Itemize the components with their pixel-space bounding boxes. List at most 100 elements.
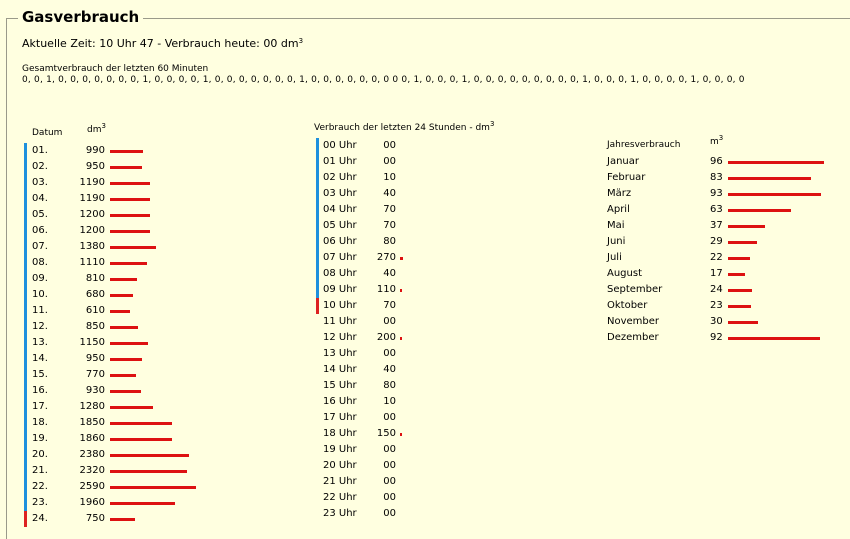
yearly-row-month: August — [607, 268, 642, 279]
day-marker — [24, 335, 27, 351]
last60-label: Gesamtverbrauch der letzten 60 Minuten — [22, 64, 209, 74]
yearly-row-month: Juni — [607, 236, 626, 247]
hourly-row-value: 80 — [383, 236, 396, 247]
current-status-text: Aktuelle Zeit: 10 Uhr 47 - Verbrauch heu… — [22, 37, 299, 50]
yearly-row-month: Januar — [607, 156, 639, 167]
current-day-marker — [24, 511, 27, 527]
day-marker — [24, 415, 27, 431]
daily-row-bar — [110, 390, 141, 393]
daily-row-day: 12. — [32, 321, 48, 332]
daily-row-day: 09. — [32, 273, 48, 284]
yearly-row-bar — [728, 257, 750, 260]
hourly-row-value: 00 — [383, 476, 396, 487]
day-marker — [24, 303, 27, 319]
hourly-row-value: 110 — [376, 284, 396, 295]
daily-row-day: 04. — [32, 193, 48, 204]
yearly-row-month: November — [607, 316, 660, 327]
yearly-row-bar — [728, 337, 820, 340]
daily-row-value: 2320 — [79, 465, 105, 476]
daily-row-value: 1190 — [79, 193, 105, 204]
hourly-row-hour: 00 Uhr — [323, 140, 357, 151]
daily-row-bar — [110, 294, 133, 297]
hourly-row-value: 270 — [376, 252, 396, 263]
daily-row-value: 770 — [85, 369, 105, 380]
hour-marker — [316, 138, 319, 154]
hour-marker — [316, 186, 319, 202]
day-marker — [24, 319, 27, 335]
daily-row-value: 2380 — [79, 449, 105, 460]
day-marker — [24, 255, 27, 271]
daily-row-bar — [110, 182, 150, 185]
current-hour-marker — [316, 298, 319, 314]
daily-row-value: 1850 — [79, 417, 105, 428]
day-marker — [24, 399, 27, 415]
daily-row-day: 07. — [32, 241, 48, 252]
hourly-row-hour: 19 Uhr — [323, 444, 357, 455]
hourly-row-value: 00 — [383, 460, 396, 471]
daily-row-value: 950 — [85, 353, 105, 364]
hourly-row-hour: 07 Uhr — [323, 252, 357, 263]
hourly-row-bar — [400, 257, 403, 260]
day-marker — [24, 367, 27, 383]
day-marker — [24, 191, 27, 207]
hourly-row-value: 40 — [383, 364, 396, 375]
day-marker — [24, 383, 27, 399]
daily-row-day: 13. — [32, 337, 48, 348]
hourly-row-value: 00 — [383, 348, 396, 359]
yearly-row-bar — [728, 193, 821, 196]
daily-row-bar — [110, 230, 150, 233]
yearly-row-value: 24 — [710, 284, 723, 295]
hourly-row-value: 00 — [383, 444, 396, 455]
daily-row-bar — [110, 246, 156, 249]
yearly-row-month: Februar — [607, 172, 646, 183]
daily-row-bar — [110, 150, 143, 153]
hourly-row-bar — [400, 433, 402, 436]
hourly-row-value: 40 — [383, 188, 396, 199]
day-marker — [24, 207, 27, 223]
hourly-title-sup: 3 — [489, 120, 495, 128]
daily-row-day: 23. — [32, 497, 48, 508]
hourly-row-hour: 06 Uhr — [323, 236, 357, 247]
daily-row-bar — [110, 470, 187, 473]
daily-row-value: 680 — [85, 289, 105, 300]
hourly-row-value: 00 — [383, 508, 396, 519]
daily-row-day: 05. — [32, 209, 48, 220]
hourly-row-value: 00 — [383, 412, 396, 423]
hourly-row-value: 200 — [376, 332, 396, 343]
current-status-unit-sup: 3 — [298, 37, 304, 45]
hourly-row-hour: 09 Uhr — [323, 284, 357, 295]
yearly-unit-sup: 3 — [718, 134, 724, 142]
yearly-row-bar — [728, 273, 745, 276]
daily-row-bar — [110, 214, 150, 217]
daily-row-day: 16. — [32, 385, 48, 396]
daily-header-unit: dm3 — [87, 122, 106, 136]
daily-row-day: 22. — [32, 481, 48, 492]
daily-row-day: 15. — [32, 369, 48, 380]
daily-header-unit-sup: 3 — [101, 122, 106, 130]
yearly-row-bar — [728, 289, 752, 292]
daily-row-value: 990 — [85, 145, 105, 156]
hourly-row-value: 40 — [383, 268, 396, 279]
day-marker — [24, 143, 27, 159]
hourly-row-value: 00 — [383, 492, 396, 503]
day-marker — [24, 223, 27, 239]
hourly-row-hour: 18 Uhr — [323, 428, 357, 439]
yearly-row-value: 93 — [710, 188, 723, 199]
hourly-row-value: 10 — [383, 396, 396, 407]
daily-row-bar — [110, 438, 172, 441]
yearly-row-bar — [728, 225, 765, 228]
daily-row-bar — [110, 342, 148, 345]
yearly-row-value: 92 — [710, 332, 723, 343]
panel-title: Gasverbrauch — [18, 8, 144, 26]
day-marker — [24, 479, 27, 495]
hour-marker — [316, 218, 319, 234]
hour-marker — [316, 282, 319, 298]
hourly-row-value: 00 — [383, 140, 396, 151]
daily-row-bar — [110, 486, 196, 489]
hourly-row-hour: 13 Uhr — [323, 348, 357, 359]
daily-row-day: 17. — [32, 401, 48, 412]
yearly-row-value: 96 — [710, 156, 723, 167]
hourly-row-value: 10 — [383, 172, 396, 183]
hour-marker — [316, 154, 319, 170]
hourly-row-hour: 04 Uhr — [323, 204, 357, 215]
